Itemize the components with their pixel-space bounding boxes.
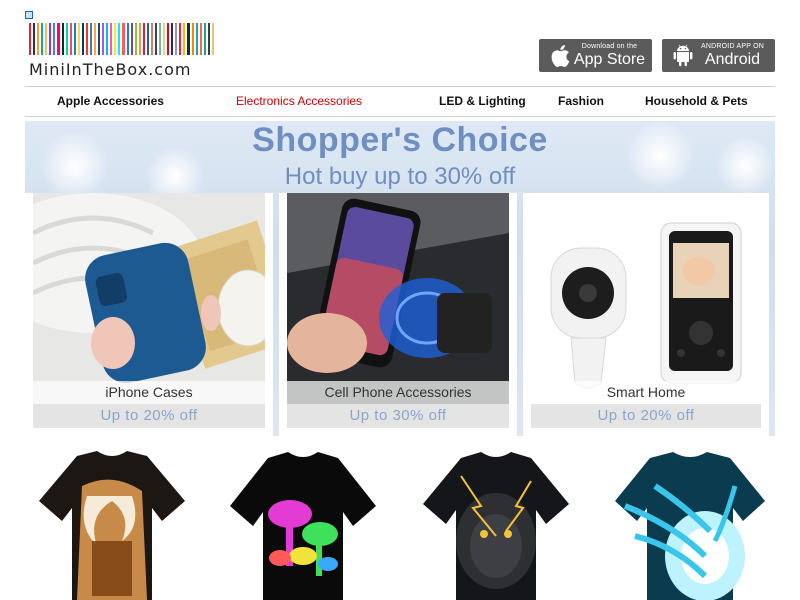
brand-name: MiniInTheBox.com	[29, 60, 192, 79]
phone-mount-image	[287, 193, 509, 404]
app-store-badge[interactable]: Download on the App Store	[539, 39, 652, 72]
logo-bar	[171, 23, 174, 55]
apple-icon	[547, 43, 573, 69]
logo-bar	[203, 23, 206, 55]
promo-card-iphone-cases[interactable]: iPhone Cases Up to 20% off	[25, 193, 273, 436]
nav-led-lighting[interactable]: LED & Lighting	[439, 94, 526, 108]
card-caption: iPhone Cases	[33, 381, 265, 404]
logo-bar	[175, 23, 178, 55]
baby-monitor-image	[531, 193, 761, 404]
logo-bar	[126, 23, 129, 55]
logo-bar	[29, 23, 32, 55]
logo-bar	[98, 23, 101, 55]
corner-marker	[25, 11, 33, 19]
logo-bar	[118, 23, 121, 55]
logo-bar	[53, 23, 56, 55]
logo-bar	[49, 23, 52, 55]
logo-bar	[142, 23, 145, 55]
nav-apple-accessories[interactable]: Apple Accessories	[57, 94, 164, 108]
banner-subtitle: Hot buy up to 30% off	[284, 163, 516, 190]
logo-bar	[65, 23, 68, 55]
logo-bar	[138, 23, 141, 55]
logo-bar	[77, 23, 80, 55]
logo-bar	[114, 23, 117, 55]
card-offer: Up to 20% off	[531, 404, 761, 428]
logo-bar	[130, 23, 133, 55]
logo-bar	[183, 23, 186, 55]
logo-bar	[159, 23, 162, 55]
android-badge[interactable]: ANDROID APP ON Android	[662, 39, 775, 72]
logo-bar	[154, 23, 157, 55]
logo-bar	[37, 23, 40, 55]
card-offer: Up to 30% off	[287, 404, 509, 428]
logo-bar	[187, 23, 190, 55]
logo-bar	[45, 23, 48, 55]
logo-bar	[81, 23, 84, 55]
logo-bar	[110, 23, 113, 55]
logo-bar	[61, 23, 64, 55]
banner-title: Shopper's Choice	[252, 121, 548, 159]
nav-divider-top	[25, 86, 775, 87]
logo-bar	[89, 23, 92, 55]
logo-bar	[150, 23, 153, 55]
card-caption: Smart Home	[531, 381, 761, 404]
promo-banner[interactable]: Shopper's Choice Hot buy up to 30% off i…	[25, 121, 775, 436]
promo-card-cell-phone-accessories[interactable]: Cell Phone Accessories Up to 30% off	[279, 193, 517, 436]
product-tshirt-mushroom[interactable]	[228, 446, 378, 600]
logo-bar	[106, 23, 109, 55]
logo-bar	[57, 23, 60, 55]
logo-bar	[69, 23, 72, 55]
logo-bar	[94, 23, 97, 55]
android-label: Android	[704, 50, 761, 68]
product-tshirt-beer[interactable]	[37, 446, 187, 600]
logo-bar	[134, 23, 137, 55]
nav-divider-bottom	[25, 116, 775, 117]
logo-bar	[33, 23, 36, 55]
app-store-small-label: Download on the	[581, 42, 638, 50]
logo-bar	[146, 23, 149, 55]
nav-household-pets[interactable]: Household & Pets	[645, 94, 748, 108]
site-logo[interactable]: MiniInTheBox.com	[29, 23, 214, 81]
logo-bar	[41, 23, 44, 55]
product-tshirt-lion[interactable]	[421, 446, 571, 600]
logo-bar	[85, 23, 88, 55]
android-icon	[670, 43, 696, 69]
promo-card-smart-home[interactable]: Smart Home Up to 20% off	[523, 193, 769, 436]
logo-bar	[179, 23, 182, 55]
logo-bar	[195, 23, 198, 55]
logo-bar	[163, 23, 166, 55]
nav-fashion[interactable]: Fashion	[558, 94, 604, 108]
product-tshirt-binary[interactable]	[615, 446, 765, 600]
logo-bar	[211, 23, 214, 55]
app-store-label: App Store	[573, 50, 646, 68]
logo-bar	[73, 23, 76, 55]
logo-bar	[199, 23, 202, 55]
iphone-case-image	[33, 193, 265, 404]
card-caption: Cell Phone Accessories	[287, 381, 509, 404]
android-small-label: ANDROID APP ON	[701, 42, 764, 50]
nav-electronics-accessories[interactable]: Electronics Accessories	[236, 94, 362, 108]
logo-bar	[167, 23, 170, 55]
logo-bar	[122, 23, 125, 55]
logo-bar	[191, 23, 194, 55]
logo-bar	[207, 23, 210, 55]
logo-bar	[102, 23, 105, 55]
card-offer: Up to 20% off	[33, 404, 265, 428]
logo-barcode	[29, 23, 214, 55]
